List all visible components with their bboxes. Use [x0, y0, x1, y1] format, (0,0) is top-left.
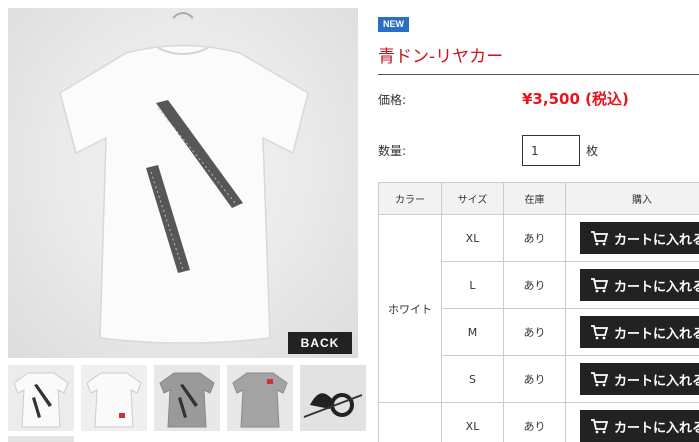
color-cell-next: [378, 402, 442, 442]
add-to-cart-label: カートに入れる: [614, 279, 699, 295]
table-header-row: カラー サイズ 在庫 購入: [378, 182, 699, 215]
stock-cell: あり: [503, 214, 566, 262]
thumbnail-row-2[interactable]: [8, 436, 74, 442]
size-cell: L: [441, 261, 504, 309]
color-cell-white: ホワイト: [378, 214, 442, 403]
price-label: 価格:: [378, 93, 407, 107]
main-product-photo[interactable]: BACK: [8, 8, 358, 358]
stock-cell: あり: [503, 308, 566, 356]
price-value: ¥3,500 (税込): [522, 90, 629, 108]
cart-icon: [591, 419, 608, 434]
buy-cell: カートに入れる: [565, 308, 699, 356]
table-row: ホワイト XL あり カートに入れる: [378, 214, 699, 403]
add-to-cart-button[interactable]: カートに入れる: [580, 410, 699, 442]
thumbnail-gray-back[interactable]: [154, 365, 220, 431]
print-detail-icon: [300, 365, 366, 431]
cart-icon: [591, 325, 608, 340]
tshirt-thumb-icon: [13, 372, 69, 428]
cart-icon: [591, 231, 608, 246]
size-cell: XL: [441, 402, 504, 442]
stock-cell: あり: [503, 355, 566, 403]
product-title: 青ドン-リヤカー: [378, 47, 504, 67]
size-cell: M: [441, 308, 504, 356]
cart-icon: [591, 372, 608, 387]
quantity-input[interactable]: [522, 135, 580, 166]
tshirt-thumb-icon: [159, 372, 215, 428]
thumbnail-print-detail[interactable]: [300, 365, 366, 431]
add-to-cart-label: カートに入れる: [614, 232, 699, 248]
add-to-cart-label: カートに入れる: [614, 373, 699, 389]
add-to-cart-button[interactable]: カートに入れる: [580, 316, 699, 348]
thumbnail-white-back[interactable]: [8, 365, 74, 431]
size-cell: S: [441, 355, 504, 403]
buy-cell: カートに入れる: [565, 402, 699, 442]
tshirt-thumb-icon: [86, 372, 142, 428]
buy-cell: カートに入れる: [565, 355, 699, 403]
stock-cell: あり: [503, 261, 566, 309]
add-to-cart-label: カートに入れる: [614, 420, 699, 436]
add-to-cart-button[interactable]: カートに入れる: [580, 222, 699, 254]
quantity-unit: 枚: [586, 144, 599, 158]
stock-cell: あり: [503, 402, 566, 442]
thumbnail-strip: [8, 365, 366, 431]
tshirt-image: [59, 12, 309, 344]
title-divider: [378, 74, 699, 75]
thumbnail-gray-front[interactable]: [227, 365, 293, 431]
size-cell: XL: [441, 214, 504, 262]
add-to-cart-button[interactable]: カートに入れる: [580, 363, 699, 395]
buy-cell: カートに入れる: [565, 261, 699, 309]
buy-cell: カートに入れる: [565, 214, 699, 262]
header-color: カラー: [378, 182, 442, 215]
thumbnail-white-front[interactable]: [81, 365, 147, 431]
header-buy: 購入: [565, 182, 699, 215]
quantity-label: 数量:: [378, 144, 407, 158]
table-row: XL あり カートに入れる: [378, 402, 699, 442]
add-to-cart-button[interactable]: カートに入れる: [580, 269, 699, 301]
tshirt-thumb-icon: [232, 372, 288, 428]
stock-table: カラー サイズ 在庫 購入 ホワイト XL あり カートに入れる L あり カー…: [378, 182, 699, 442]
add-to-cart-label: カートに入れる: [614, 326, 699, 342]
new-badge: NEW: [378, 17, 409, 32]
back-view-badge: BACK: [288, 332, 352, 354]
header-stock: 在庫: [503, 182, 566, 215]
header-size: サイズ: [441, 182, 504, 215]
cart-icon: [591, 278, 608, 293]
